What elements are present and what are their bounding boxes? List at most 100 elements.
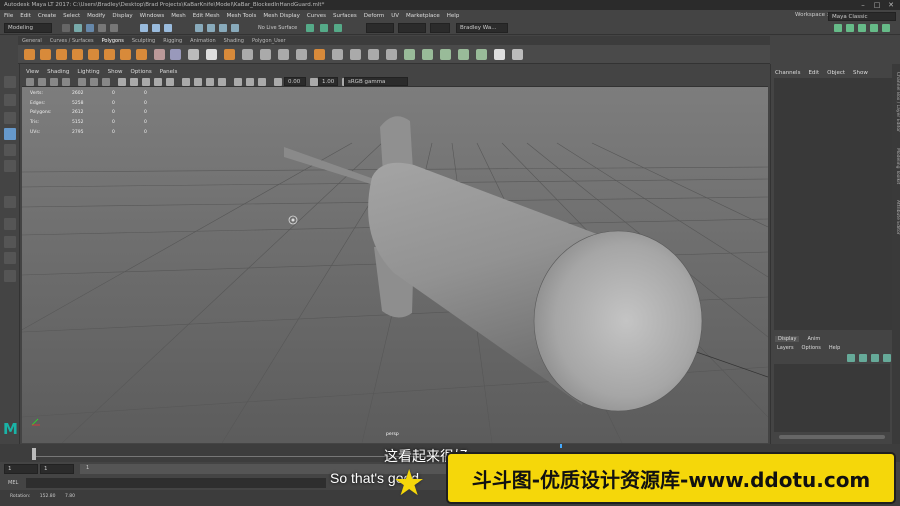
extrude-icon[interactable] bbox=[224, 49, 235, 60]
edge-loop-icon[interactable] bbox=[386, 49, 397, 60]
select-hierarchy-icon[interactable] bbox=[140, 24, 148, 32]
redo-icon[interactable] bbox=[110, 24, 118, 32]
panel-menu-lighting[interactable]: Lighting bbox=[77, 69, 99, 75]
uv-editor-icon[interactable] bbox=[404, 49, 415, 60]
menu-edit[interactable]: Edit bbox=[20, 13, 31, 19]
anti-alias-icon[interactable] bbox=[218, 78, 226, 86]
persp-outliner-icon[interactable] bbox=[4, 252, 16, 264]
render-icon[interactable] bbox=[306, 24, 314, 32]
minimize-button[interactable]: – bbox=[856, 0, 870, 10]
camera-attr-icon[interactable] bbox=[38, 78, 46, 86]
unfold-icon[interactable] bbox=[458, 49, 469, 60]
wireframe-on-shaded-icon[interactable] bbox=[142, 78, 150, 86]
bookmark-icon[interactable] bbox=[50, 78, 58, 86]
menu-file[interactable]: File bbox=[4, 13, 13, 19]
menu-display[interactable]: Display bbox=[112, 13, 132, 19]
live-surface-label[interactable]: No Live Surface bbox=[258, 25, 297, 31]
layout-uv-icon[interactable] bbox=[476, 49, 487, 60]
cb-menu-show[interactable]: Show bbox=[853, 70, 868, 76]
menu-marketplace[interactable]: Marketplace bbox=[406, 13, 440, 19]
layer-menu-layers[interactable]: Layers bbox=[777, 345, 794, 351]
poly-cone-icon[interactable] bbox=[72, 49, 83, 60]
lasso-tool-icon[interactable] bbox=[4, 94, 16, 106]
motion-blur-icon[interactable] bbox=[206, 78, 214, 86]
mirror-icon[interactable] bbox=[206, 49, 217, 60]
exposure-icon[interactable] bbox=[274, 78, 282, 86]
poly-plane-icon[interactable] bbox=[104, 49, 115, 60]
side-by-side-icon[interactable] bbox=[4, 236, 16, 248]
multi-cut-icon[interactable] bbox=[314, 49, 325, 60]
poly-cylinder-icon[interactable] bbox=[56, 49, 67, 60]
fill-hole-icon[interactable] bbox=[296, 49, 307, 60]
playback-start-field[interactable]: 1 bbox=[40, 464, 74, 474]
resolution-gate-icon[interactable] bbox=[102, 78, 110, 86]
mel-label[interactable]: MEL bbox=[8, 480, 18, 486]
select-object-icon[interactable] bbox=[152, 24, 160, 32]
cb-menu-object[interactable]: Object bbox=[827, 70, 845, 76]
colorspace-dropdown[interactable]: sRGB gamma bbox=[344, 77, 408, 86]
transform-y-field[interactable] bbox=[398, 23, 426, 33]
connect-icon[interactable] bbox=[350, 49, 361, 60]
quad-draw-icon[interactable] bbox=[368, 49, 379, 60]
new-layer-selected-icon[interactable] bbox=[859, 354, 867, 362]
layer-scrollbar[interactable] bbox=[779, 435, 885, 439]
menu-help[interactable]: Help bbox=[447, 13, 460, 19]
shelf-tab-polygon-user[interactable]: Polygon_User bbox=[252, 38, 286, 44]
menu-windows[interactable]: Windows bbox=[140, 13, 165, 19]
panel-menu-options[interactable]: Options bbox=[130, 69, 151, 75]
shelf-tab-shading[interactable]: Shading bbox=[224, 38, 244, 44]
transform-z-field[interactable] bbox=[430, 23, 450, 33]
menu-uv[interactable]: UV bbox=[391, 13, 399, 19]
select-tool-icon[interactable] bbox=[4, 76, 16, 88]
bevel-icon[interactable] bbox=[260, 49, 271, 60]
panel-menu-shading[interactable]: Shading bbox=[47, 69, 69, 75]
checker-icon[interactable] bbox=[494, 49, 505, 60]
transform-x-field[interactable] bbox=[366, 23, 394, 33]
layer-tab-anim[interactable]: Anim bbox=[807, 336, 820, 342]
current-time-marker[interactable] bbox=[32, 448, 36, 460]
shadows-icon[interactable] bbox=[182, 78, 190, 86]
layer-menu-help[interactable]: Help bbox=[829, 345, 840, 351]
paint-select-tool-icon[interactable] bbox=[4, 112, 16, 124]
four-pane-icon[interactable] bbox=[4, 218, 16, 230]
layer-list[interactable] bbox=[774, 364, 890, 432]
shelf-tab-polygons[interactable]: Polygons bbox=[102, 38, 124, 44]
shelf-tab-animation[interactable]: Animation bbox=[190, 38, 216, 44]
persp-viewport[interactable]: Verts: 2602 0 0 Edges: 5258 0 0 Polygons… bbox=[22, 87, 768, 443]
move-tool-icon[interactable] bbox=[4, 128, 16, 140]
toggle-panel-icon[interactable] bbox=[834, 24, 842, 32]
append-icon[interactable] bbox=[278, 49, 289, 60]
isolate-select-icon[interactable] bbox=[234, 78, 242, 86]
separate-icon[interactable] bbox=[170, 49, 181, 60]
menu-surfaces[interactable]: Surfaces bbox=[333, 13, 357, 19]
bridge-icon[interactable] bbox=[242, 49, 253, 60]
shelf-tab-curves-surfaces[interactable]: Curves / Surfaces bbox=[50, 38, 94, 44]
pommel-cap-mesh[interactable] bbox=[533, 230, 703, 412]
snap-point-icon[interactable] bbox=[219, 24, 227, 32]
range-start-field[interactable]: 1 bbox=[4, 464, 38, 474]
snap-curve-icon[interactable] bbox=[207, 24, 215, 32]
new-layer-icon[interactable] bbox=[847, 354, 855, 362]
panel-menu-view[interactable]: View bbox=[26, 69, 39, 75]
new-scene-icon[interactable] bbox=[62, 24, 70, 32]
poly-cube-icon[interactable] bbox=[40, 49, 51, 60]
close-button[interactable]: ✕ bbox=[884, 0, 898, 10]
gamma-icon[interactable] bbox=[310, 78, 318, 86]
cb-menu-channels[interactable]: Channels bbox=[775, 70, 800, 76]
smooth-icon[interactable] bbox=[188, 49, 199, 60]
channel-box-area[interactable] bbox=[774, 78, 892, 330]
exposure-field[interactable]: 0.00 bbox=[284, 77, 306, 86]
xray-icon[interactable] bbox=[246, 78, 254, 86]
shelf-tab-sculpting[interactable]: Sculpting bbox=[132, 38, 155, 44]
open-scene-icon[interactable] bbox=[74, 24, 82, 32]
camera-select-icon[interactable] bbox=[26, 78, 34, 86]
menu-mesh-tools[interactable]: Mesh Tools bbox=[227, 13, 257, 19]
menu-curves[interactable]: Curves bbox=[307, 13, 326, 19]
lights-icon[interactable] bbox=[166, 78, 174, 86]
snap-grid-icon[interactable] bbox=[195, 24, 203, 32]
user-dropdown[interactable]: Bradley Wa... bbox=[456, 23, 508, 33]
poly-platonic-icon[interactable] bbox=[136, 49, 147, 60]
panel-menu-show[interactable]: Show bbox=[108, 69, 123, 75]
menu-mesh-display[interactable]: Mesh Display bbox=[263, 13, 300, 19]
ipr-render-icon[interactable] bbox=[320, 24, 328, 32]
